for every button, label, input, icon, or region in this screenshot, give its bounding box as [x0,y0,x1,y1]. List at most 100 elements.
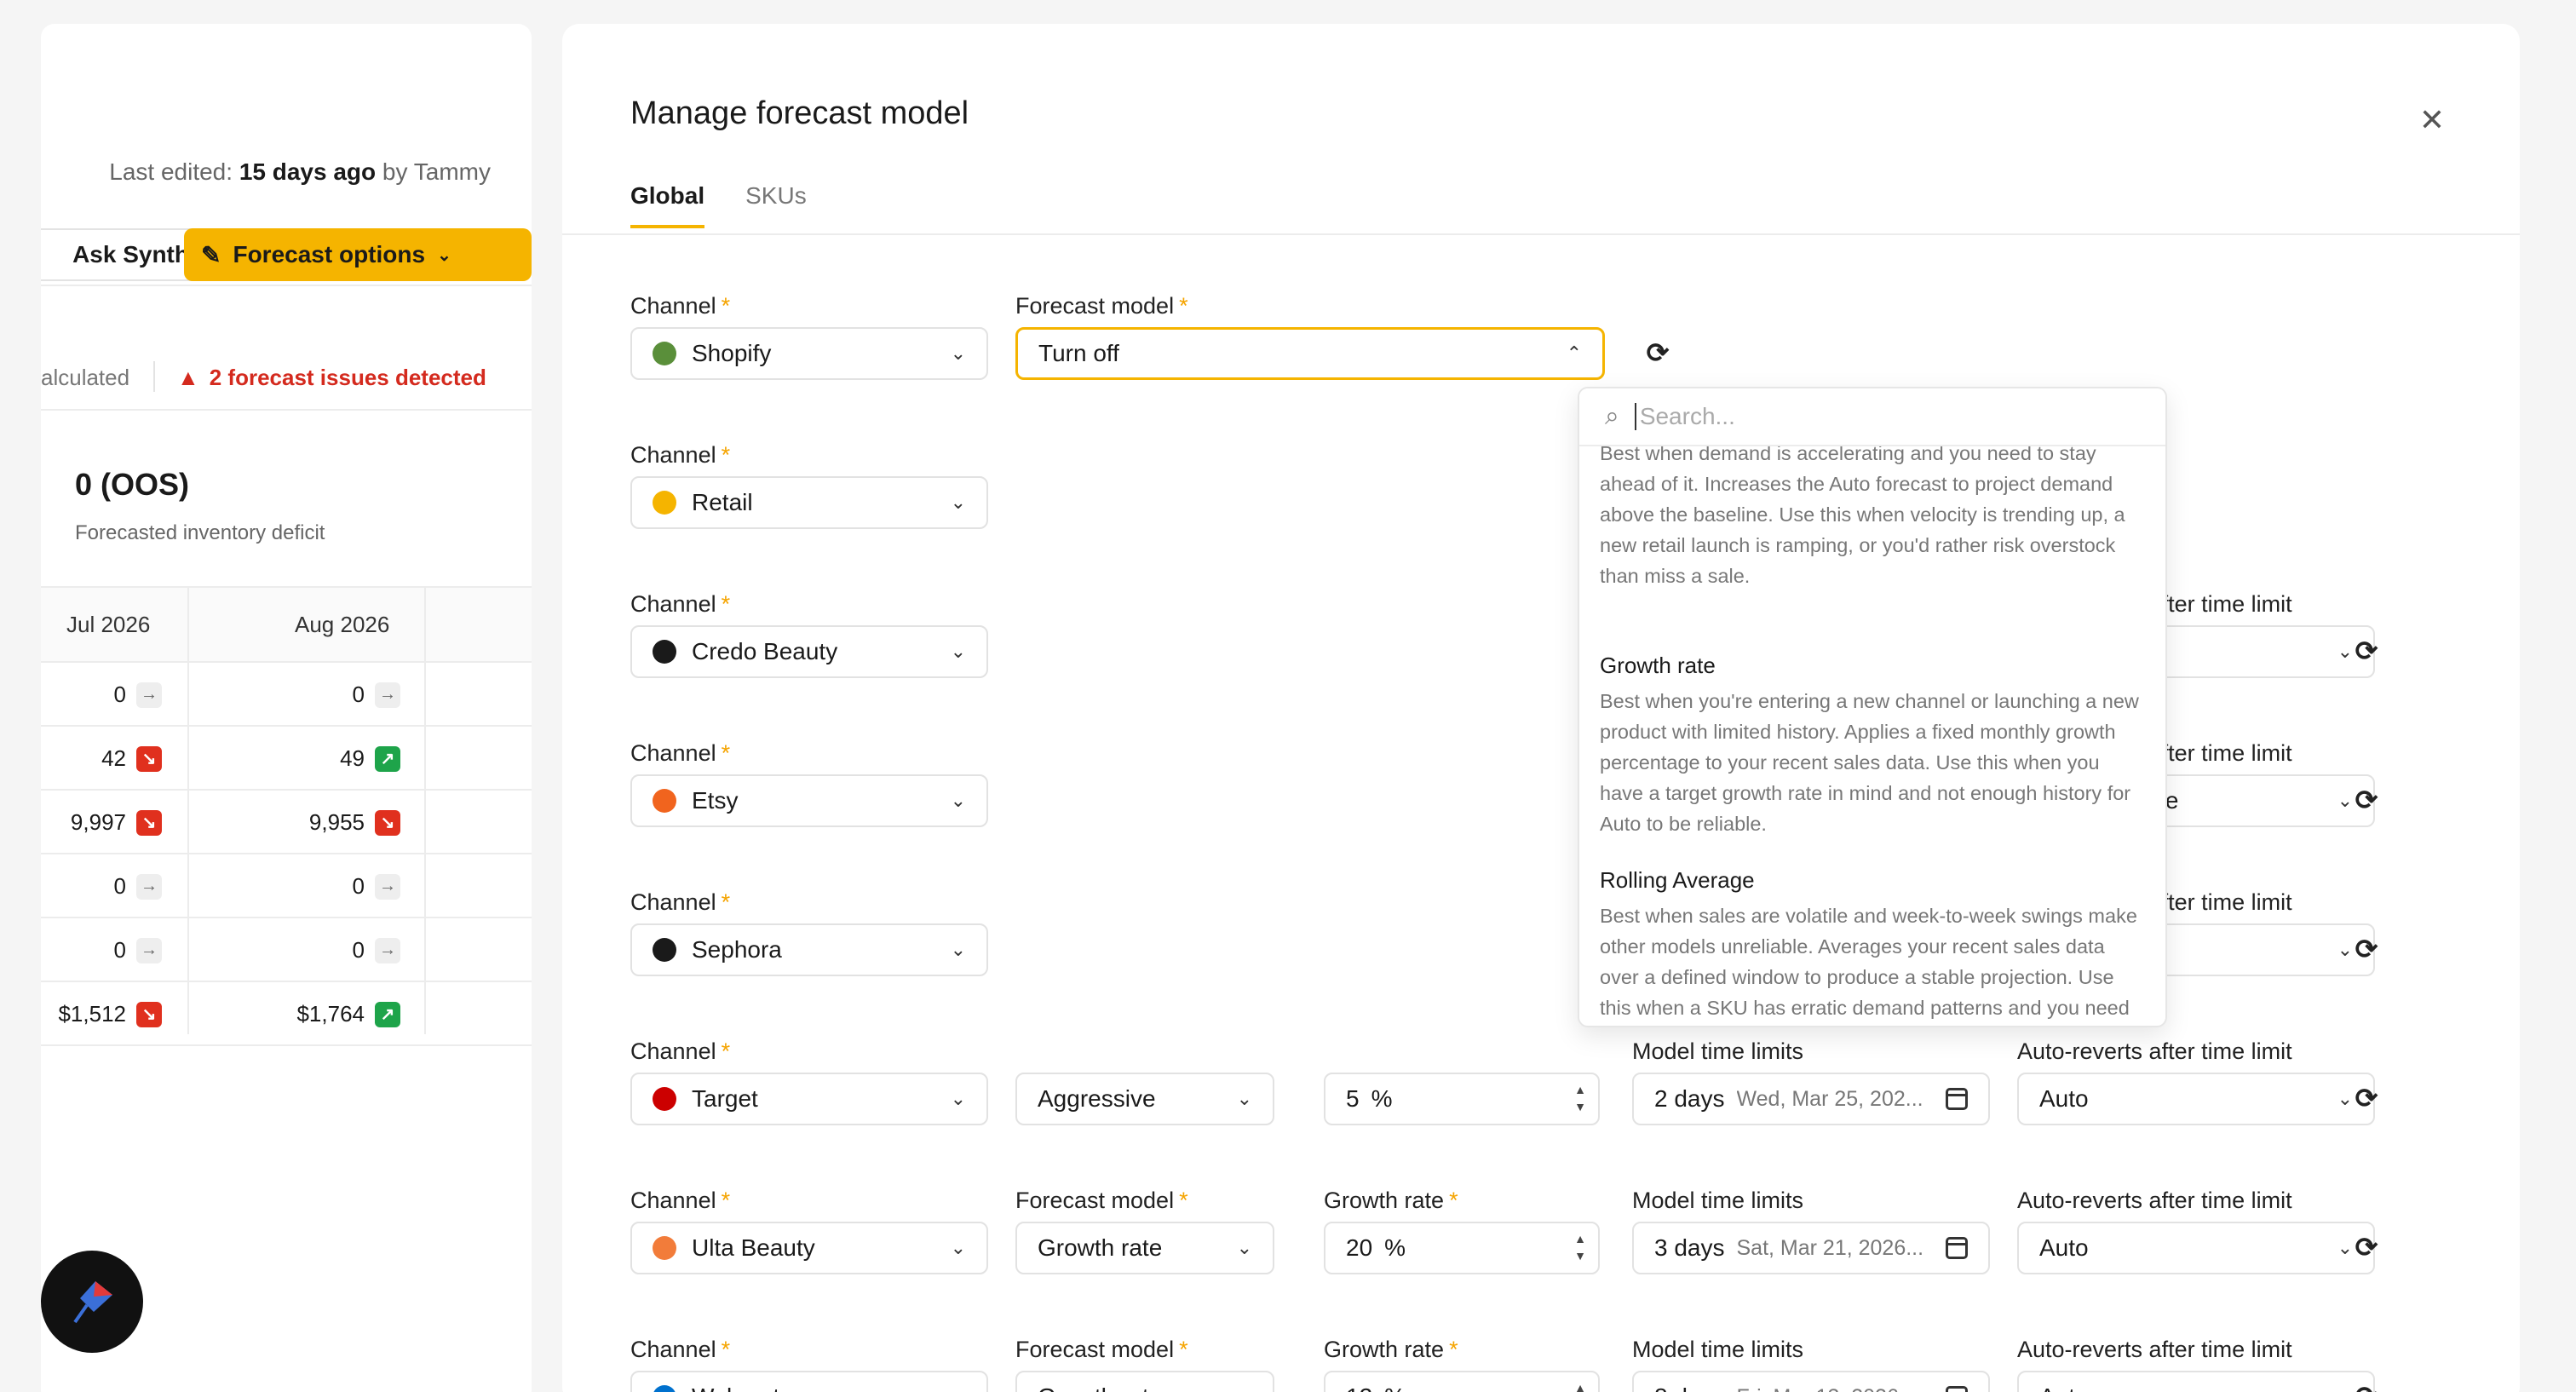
table-row: 0 → 0 → [41,664,532,727]
channel-select[interactable]: Sephora ⌄ [630,923,988,976]
decrement-icon[interactable]: ▼ [1574,1247,1586,1264]
auto-reverts-label-text: Auto-reverts after time limit [2017,1337,2292,1362]
stepper-icon[interactable]: ▲▼ [1574,1379,1586,1392]
tab-global[interactable]: Global [630,182,705,228]
growth-rate-label-text: Growth rate [1324,1337,1445,1362]
model-time-limits-label: Model time limits [1632,1188,1803,1214]
divider [153,361,155,392]
channel-logo-icon [653,342,676,365]
dialog-tabs: Global SKUs [630,182,807,228]
reset-icon[interactable]: ⟳ [2351,785,2382,815]
channel-row: Channel * Target ⌄ Aggressive ⌄ 5% ▲ ▼ Model time… [630,1038,2453,1158]
channel-select[interactable]: Walmart ⌄ [630,1371,988,1392]
trend-flat-icon: → [136,937,162,963]
chevron-down-icon: ⌄ [950,1237,966,1258]
auto-reverts-label: Auto-reverts after time limit [2017,1038,2292,1065]
channel-label-text: Channel [630,442,716,468]
reset-icon[interactable]: ⟳ [2351,636,2382,666]
option-description: Best when you're entering a new channel … [1600,690,2139,835]
channel-row: Channel * Shopify ⌄ Forecast model * Turn off ⌃… [630,293,2453,412]
channel-row: Channel*Credo Beauty⌄Model time limits7 … [630,591,2453,710]
auto-revert-select[interactable]: Auto⌄ [2017,1371,2375,1392]
reset-icon[interactable]: ⟳ [1642,337,1673,368]
channel-label: Channel * [630,1337,730,1363]
forecast-summary-panel: Last edited: 15 days ago by Tammy Ask Sy… [41,24,532,1392]
channel-select[interactable]: Ulta Beauty ⌄ [630,1222,988,1274]
increment-icon[interactable]: ▲ [1574,1230,1586,1247]
text-caret [1634,403,1636,430]
forecast-model-label-text: Forecast model [1015,293,1175,319]
forecast-options-button[interactable]: ✎ Forecast options ⌄ [184,228,532,281]
channel-select-value: Credo Beauty [692,638,838,664]
channel-logo-icon [653,1087,676,1111]
reset-icon[interactable]: ⟳ [2351,1232,2382,1263]
required-marker: * [721,889,731,915]
time-limit-date-picker[interactable]: 8 days Fri, Mar 13, 2026 ... [1632,1371,1990,1392]
forecast-model-select[interactable]: Turn off ⌃ [1015,327,1605,380]
forecast-issues-link[interactable]: ▲ 2 forecast issues detected [177,365,486,391]
cell-value: 49 [340,745,365,771]
cell-value: 9,955 [308,809,365,835]
forecast-model-select[interactable]: Growth rate ⌄ [1015,1371,1274,1392]
channel-select[interactable]: Credo Beauty ⌄ [630,625,988,678]
auto-revert-select-value: Auto [2039,1234,2089,1261]
channel-select[interactable]: Etsy ⌄ [630,774,988,827]
time-limit-date: Sat, Mar 21, 2026... [1736,1235,1924,1260]
option-description: Best when sales are volatile and week-to… [1600,905,2137,1019]
auto-revert-select-value: Auto [2039,1085,2089,1112]
channel-select[interactable]: Target ⌄ [630,1073,988,1125]
assistant-launcher-button[interactable] [41,1251,143,1353]
auto-revert-select-value: Auto [2039,1383,2329,1392]
channel-logo-icon [653,938,676,962]
dropdown-option[interactable]: Rolling Average Best when sales are volat… [1600,867,2145,1026]
channel-row: Channel*Etsy⌄Model time limits2 daysSat,… [630,740,2453,860]
dropdown-search-input[interactable]: ⌕ Search... [1579,388,2165,446]
dropdown-option[interactable]: Best when demand is accelerating and you… [1600,446,2145,591]
growth-rate-input[interactable]: 12% ▲▼ [1324,1371,1600,1392]
forecast-model-select[interactable]: Growth rate ⌄ [1015,1222,1274,1274]
chevron-down-icon: ⌄ [1236,1088,1252,1109]
increment-icon[interactable]: ▲ [1574,1379,1586,1392]
dropdown-option[interactable]: Growth rate Best when you're entering a n… [1600,653,2145,839]
channel-select[interactable]: Retail ⌄ [630,476,988,529]
forecast-model-label-text: Forecast model [1015,1188,1175,1213]
forecast-model-label: Forecast model * [1015,293,1188,319]
cell-value: 0 [352,937,365,963]
reset-icon[interactable]: ⟳ [2351,934,2382,964]
cell-value: 42 [101,745,126,771]
decrement-icon[interactable]: ▼ [1574,1098,1586,1115]
close-icon[interactable]: ✕ [2419,102,2445,138]
chevron-down-icon: ⌄ [950,790,966,811]
growth-rate-input[interactable]: 5% ▲ ▼ [1324,1073,1600,1125]
chevron-up-icon: ⌃ [1566,342,1582,364]
forecast-model-select-value: Growth rate [1038,1383,1228,1392]
auto-revert-select[interactable]: Auto⌄ [2017,1222,2375,1274]
tab-skus[interactable]: SKUs [745,182,807,228]
channel-row: Channel*Sephora⌄Model time limits181 day… [630,889,2453,1009]
oos-label: Forecasted inventory deficit [75,521,325,544]
divider [41,409,532,411]
trend-down-icon: ↘ [136,745,162,772]
required-marker: * [721,1038,731,1064]
forecast-model-select[interactable]: Aggressive ⌄ [1015,1073,1274,1125]
growth-rate-input[interactable]: 20% ▲ ▼ [1324,1222,1600,1274]
auto-reverts-label-text: Auto-reverts after time limit [2017,1038,2292,1064]
time-limit-date-picker[interactable]: 2 days Wed, Mar 25, 202... [1632,1073,1990,1125]
auto-reverts-label: Auto-reverts after time limit [2017,1337,2292,1363]
chevron-down-icon: ⌄ [1236,1237,1252,1258]
auto-reverts-label: Auto-reverts after time limit [2017,1188,2292,1214]
reset-icon[interactable]: ⟳ [2351,1083,2382,1113]
channel-select[interactable]: Shopify ⌄ [630,327,988,380]
reset-icon[interactable]: ⟳ [2351,1381,2382,1392]
ask-synth-label: Ask Synth [72,241,189,267]
time-limit-date-picker[interactable]: 3 days Sat, Mar 21, 2026... [1632,1222,1990,1274]
calendar-icon [1946,1237,1968,1259]
increment-icon[interactable]: ▲ [1574,1081,1586,1098]
auto-revert-select[interactable]: Auto⌄ [2017,1073,2375,1125]
stepper-icon[interactable]: ▲▼ [1574,1081,1586,1115]
channel-select-value: Shopify [692,340,772,366]
stepper-icon[interactable]: ▲▼ [1574,1230,1586,1264]
oos-value: 0 (OOS) [75,467,190,502]
channel-logo-icon [653,491,676,515]
warning-icon: ▲ [177,365,199,390]
